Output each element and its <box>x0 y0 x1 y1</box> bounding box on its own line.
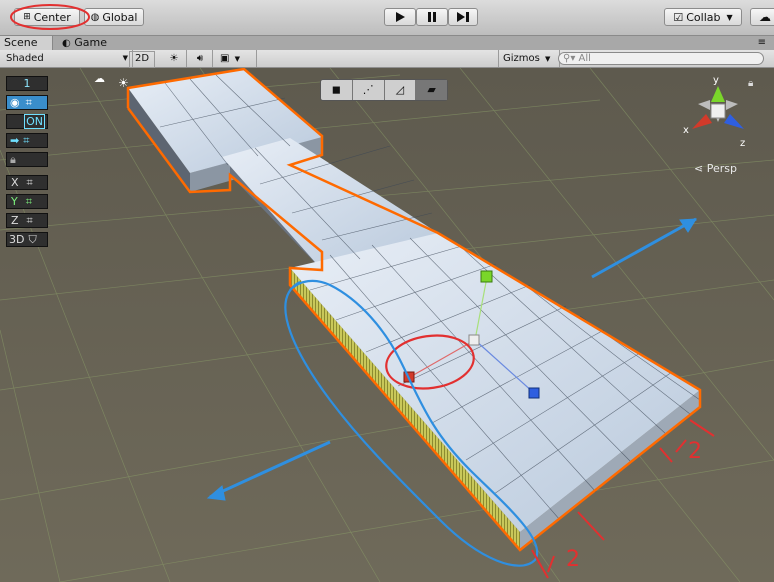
scene-view-toolbar: Shaded ▼ 2D ☀ 🔊︎ ▣ ▼ Gizmos ▼ ⚲▾ All <box>0 50 774 68</box>
speaker-icon: 🔊︎ <box>196 53 204 64</box>
search-icon: ⚲▾ <box>563 53 576 64</box>
sun-icon: ☀ <box>169 53 179 64</box>
mode-3d-label: 3D <box>9 233 25 246</box>
toggle-2d-button[interactable]: 2D <box>129 51 155 68</box>
step-icon <box>457 12 469 22</box>
lighting-toggle[interactable]: ☀ <box>162 50 187 67</box>
lock-icon: 🔒︎ <box>10 153 16 166</box>
axis-z-toggle[interactable]: Z ⌗ <box>6 213 48 228</box>
cloud-button[interactable]: ☁ <box>750 8 774 26</box>
audio-toggle[interactable]: 🔊︎ <box>188 50 213 67</box>
lock-icon[interactable]: 🔒︎ <box>748 78 753 89</box>
grid-icon: ⌗ <box>25 195 32 208</box>
mode-3d-toggle[interactable]: 3D ⛉ <box>6 232 48 247</box>
grid-icon: ⌗ <box>26 176 33 189</box>
gizmo-z-handle <box>528 387 540 399</box>
grid-icon: ⌗ <box>23 134 30 147</box>
axis-x-label: X <box>11 176 19 189</box>
tab-scene[interactable]: Scene <box>0 36 53 50</box>
visibility-toggle[interactable]: ◉ ⌗ <box>6 95 48 110</box>
axis-z-label: Z <box>11 214 19 227</box>
shading-mode-label: Shaded <box>6 53 44 64</box>
game-icon: ◐ <box>62 38 71 49</box>
cloud-icon: ☁ <box>94 72 105 85</box>
tab-game[interactable]: ◐ Game <box>58 36 111 50</box>
on-toggle[interactable]: ON <box>6 114 48 129</box>
gizmo-y-handle <box>480 270 493 283</box>
play-button[interactable] <box>384 8 416 26</box>
search-input[interactable]: ⚲▾ All <box>558 52 764 65</box>
scene-canvas <box>0 68 774 582</box>
shield-icon: ⛉ <box>28 233 37 246</box>
gizmos-label: Gizmos <box>503 53 540 64</box>
perspective-toggle[interactable]: ⋖ Persp <box>694 162 737 175</box>
play-icon <box>396 12 405 22</box>
axis-y-gizmo-label: y <box>713 75 719 86</box>
main-toolbar: ⊞ Center ◍ Global ☑ Collab ▼ ☁ <box>0 0 774 36</box>
window-tab-bar: Scene ◐ Game ≡ <box>0 36 774 50</box>
cube-icon[interactable]: ◼ <box>321 80 353 100</box>
axis-z-gizmo-label: z <box>740 138 746 149</box>
layer-field[interactable]: 1 <box>6 76 48 91</box>
gizmo-center-handle <box>468 334 480 346</box>
persp-arrow-icon: ⋖ <box>694 162 704 175</box>
eye-icon: ◉ <box>10 96 20 109</box>
grid-icon: ⌗ <box>25 96 32 109</box>
triangle-icon[interactable]: ◿ <box>385 80 417 100</box>
cloud-icon: ☁ <box>759 10 771 24</box>
on-toggle-label: ON <box>24 114 45 129</box>
persp-label: Persp <box>706 162 737 175</box>
center-highlight-annotation <box>10 4 90 30</box>
dropdown-arrow-icon: ▼ <box>234 55 241 63</box>
pivot-global-button[interactable]: ◍ Global <box>84 8 144 26</box>
tab-game-label: Game <box>74 36 107 49</box>
shading-mode-dropdown[interactable]: Shaded ▼ <box>0 50 133 67</box>
toggle-2d-label: 2D <box>134 53 150 64</box>
search-placeholder: All <box>578 53 591 64</box>
pause-button[interactable] <box>416 8 448 26</box>
collab-dropdown[interactable]: ☑ Collab ▼ <box>664 8 742 26</box>
view-tools-group: ◼ ⋰ ◿ ▰ <box>320 79 448 101</box>
axis-x-toggle[interactable]: X ⌗ <box>6 175 48 190</box>
chevron-down-icon: ▼ <box>726 12 733 22</box>
global-button-label: Global <box>102 10 138 24</box>
step-button[interactable] <box>448 8 478 26</box>
dimension-annotation-right: 2 <box>688 439 702 464</box>
effects-dropdown[interactable]: ▣ ▼ <box>214 50 257 67</box>
sun-icon: ☀ <box>118 76 129 90</box>
axis-y-toggle[interactable]: Y ⌗ <box>6 194 48 209</box>
dropdown-arrow-icon: ▼ <box>545 55 551 63</box>
layer-value: 1 <box>23 77 31 90</box>
collab-label: Collab <box>686 10 721 24</box>
tab-scene-label: Scene <box>4 36 38 49</box>
collab-check-icon: ☑ <box>673 10 684 24</box>
lock-toggle[interactable]: 🔒︎ <box>6 152 48 167</box>
scene-viewport[interactable]: 2 2 ◼ ⋰ ◿ ▰ ☁ ☀ 1 ◉ ⌗ ON ➡ ⌗ 🔒︎ X ⌗ Y ⌗ Z ⌗ 3… <box>0 68 774 582</box>
vertex-icon[interactable]: ⋰ <box>353 80 385 100</box>
grid-icon: ⌗ <box>26 214 33 227</box>
face-icon[interactable]: ▰ <box>416 80 447 100</box>
image-icon: ▣ <box>220 53 230 64</box>
gizmos-dropdown[interactable]: Gizmos ▼ <box>498 50 560 67</box>
panel-menu-icon[interactable]: ≡ <box>758 37 766 49</box>
axis-y-label: Y <box>11 195 18 208</box>
arrow-right-icon: ➡ <box>10 134 20 147</box>
dimension-annotation-bottom: 2 <box>566 547 580 572</box>
direction-toggle[interactable]: ➡ ⌗ <box>6 133 48 148</box>
axis-x-gizmo-label: x <box>683 125 689 136</box>
pause-icon <box>428 12 436 22</box>
dropdown-arrow-icon: ▼ <box>122 54 128 62</box>
